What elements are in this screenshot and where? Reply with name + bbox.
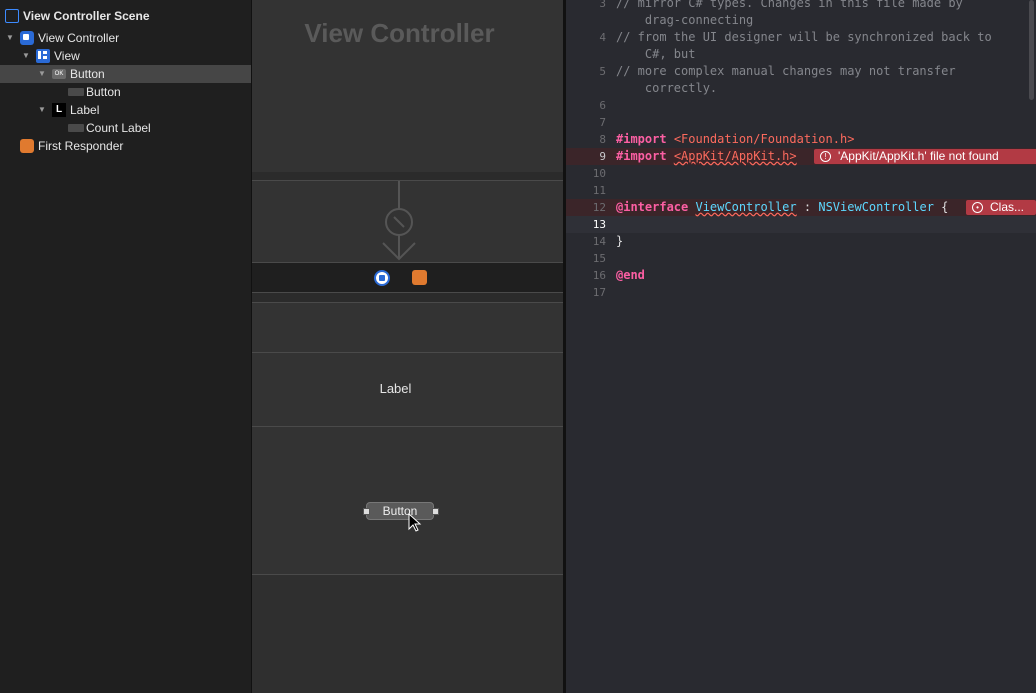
code-line[interactable]: }	[616, 234, 623, 248]
canvas-gap	[252, 172, 563, 180]
button-cell-icon	[68, 88, 84, 96]
line-number: 17	[592, 286, 606, 299]
outline-item-label: Button	[70, 67, 105, 81]
outline-item-label: View Controller	[38, 31, 120, 45]
outline-item-first-responder[interactable]: First Responder	[0, 137, 251, 155]
outline-item-label: First Responder	[38, 139, 124, 153]
error-message: Clas...	[990, 200, 1025, 214]
scene-title: View Controller Scene	[23, 9, 150, 23]
resize-handle-left[interactable]	[363, 508, 370, 515]
error-icon: •	[972, 202, 983, 213]
line-number: 11	[592, 184, 606, 197]
label-region: Label	[252, 352, 563, 426]
line-number: 5	[599, 65, 606, 78]
line-number: 16	[592, 269, 606, 282]
label-icon: L	[52, 103, 66, 117]
code-line[interactable]: @end	[616, 268, 645, 282]
error-badge[interactable]: ! 'AppKit/AppKit.h' file not found	[814, 149, 1036, 164]
outline-item-label-view[interactable]: ▼ L Label	[0, 101, 251, 119]
line-number: 8	[599, 133, 606, 146]
count-label[interactable]: Label	[252, 381, 539, 396]
scene-dock	[252, 262, 563, 292]
line-number: 12	[592, 201, 606, 214]
line-number: 9	[599, 150, 606, 163]
outline-item-label: Button	[86, 85, 121, 99]
error-badge[interactable]: • Clas...	[966, 200, 1036, 215]
outline-item-button[interactable]: ▼ OK Button	[0, 65, 251, 83]
window-title: View Controller	[304, 18, 495, 48]
code-line[interactable]: // more complex manual changes may not t…	[616, 64, 956, 78]
view-controller-icon	[20, 31, 34, 45]
segue-area	[252, 180, 563, 262]
code-line[interactable]: // from the UI designer will be synchron…	[616, 30, 992, 44]
dock-divider	[252, 292, 563, 302]
outline-item-count-label[interactable]: Count Label	[0, 119, 251, 137]
document-outline: View Controller Scene ▼ View Controller …	[0, 0, 252, 693]
code-editor[interactable]: 3 // mirror C# types. Changes in this fi…	[566, 0, 1036, 693]
current-line-highlight	[566, 216, 1036, 233]
segue-arrow-icon[interactable]	[377, 181, 417, 263]
line-number: 7	[599, 116, 606, 129]
line-number: 4	[599, 31, 606, 44]
dock-first-responder-icon[interactable]	[412, 270, 427, 285]
line-number: 10	[592, 167, 606, 180]
button-icon: OK	[52, 69, 66, 79]
line-number: 15	[592, 252, 606, 265]
line-number: 3	[599, 0, 606, 10]
code-line[interactable]: #import <Foundation/Foundation.h>	[616, 132, 854, 146]
code-line[interactable]: drag-connecting	[616, 13, 753, 27]
resize-handle-right[interactable]	[432, 508, 439, 515]
disclosure-triangle-icon[interactable]: ▼	[6, 29, 16, 47]
button-region: Button	[252, 426, 563, 574]
code-line[interactable]: correctly.	[616, 81, 717, 95]
code-line[interactable]: C#, but	[616, 47, 696, 61]
code-line[interactable]: #import <AppKit/AppKit.h>	[616, 149, 797, 163]
disclosure-triangle-icon[interactable]: ▼	[38, 65, 48, 83]
push-button[interactable]: Button	[366, 502, 434, 520]
error-message: 'AppKit/AppKit.h' file not found	[838, 149, 999, 163]
outline-item-view[interactable]: ▼ View	[0, 47, 251, 65]
window-titlebar-area: View Controller	[252, 0, 563, 172]
scene-icon	[5, 9, 19, 23]
outline-item-button-cell[interactable]: Button	[0, 83, 251, 101]
view-icon	[36, 49, 50, 63]
line-number: 13	[592, 218, 606, 231]
line-number: 6	[599, 99, 606, 112]
outline-item-label: Count Label	[86, 121, 151, 135]
line-number: 14	[592, 235, 606, 248]
text-field-cell-icon	[68, 124, 84, 132]
error-icon: !	[820, 151, 831, 162]
mouse-cursor-icon	[408, 513, 422, 532]
vertical-scrollbar[interactable]	[1029, 0, 1034, 100]
outline-item-label: View	[54, 49, 80, 63]
disclosure-triangle-icon[interactable]: ▼	[22, 47, 32, 65]
outline-item-label: Label	[70, 103, 100, 117]
view-bottom-region	[252, 574, 563, 693]
outline-item-view-controller[interactable]: ▼ View Controller	[0, 29, 251, 47]
view-top-region	[252, 302, 563, 352]
disclosure-triangle-icon[interactable]: ▼	[38, 101, 48, 119]
dock-view-controller-icon[interactable]	[374, 270, 390, 286]
code-line[interactable]: // mirror C# types. Changes in this file…	[616, 0, 963, 10]
outline-scene-row[interactable]: View Controller Scene	[0, 7, 251, 25]
code-line[interactable]: @interface ViewController : NSViewContro…	[616, 200, 948, 214]
first-responder-icon	[20, 139, 34, 153]
storyboard-canvas[interactable]: View Controller Label Button	[252, 0, 563, 693]
